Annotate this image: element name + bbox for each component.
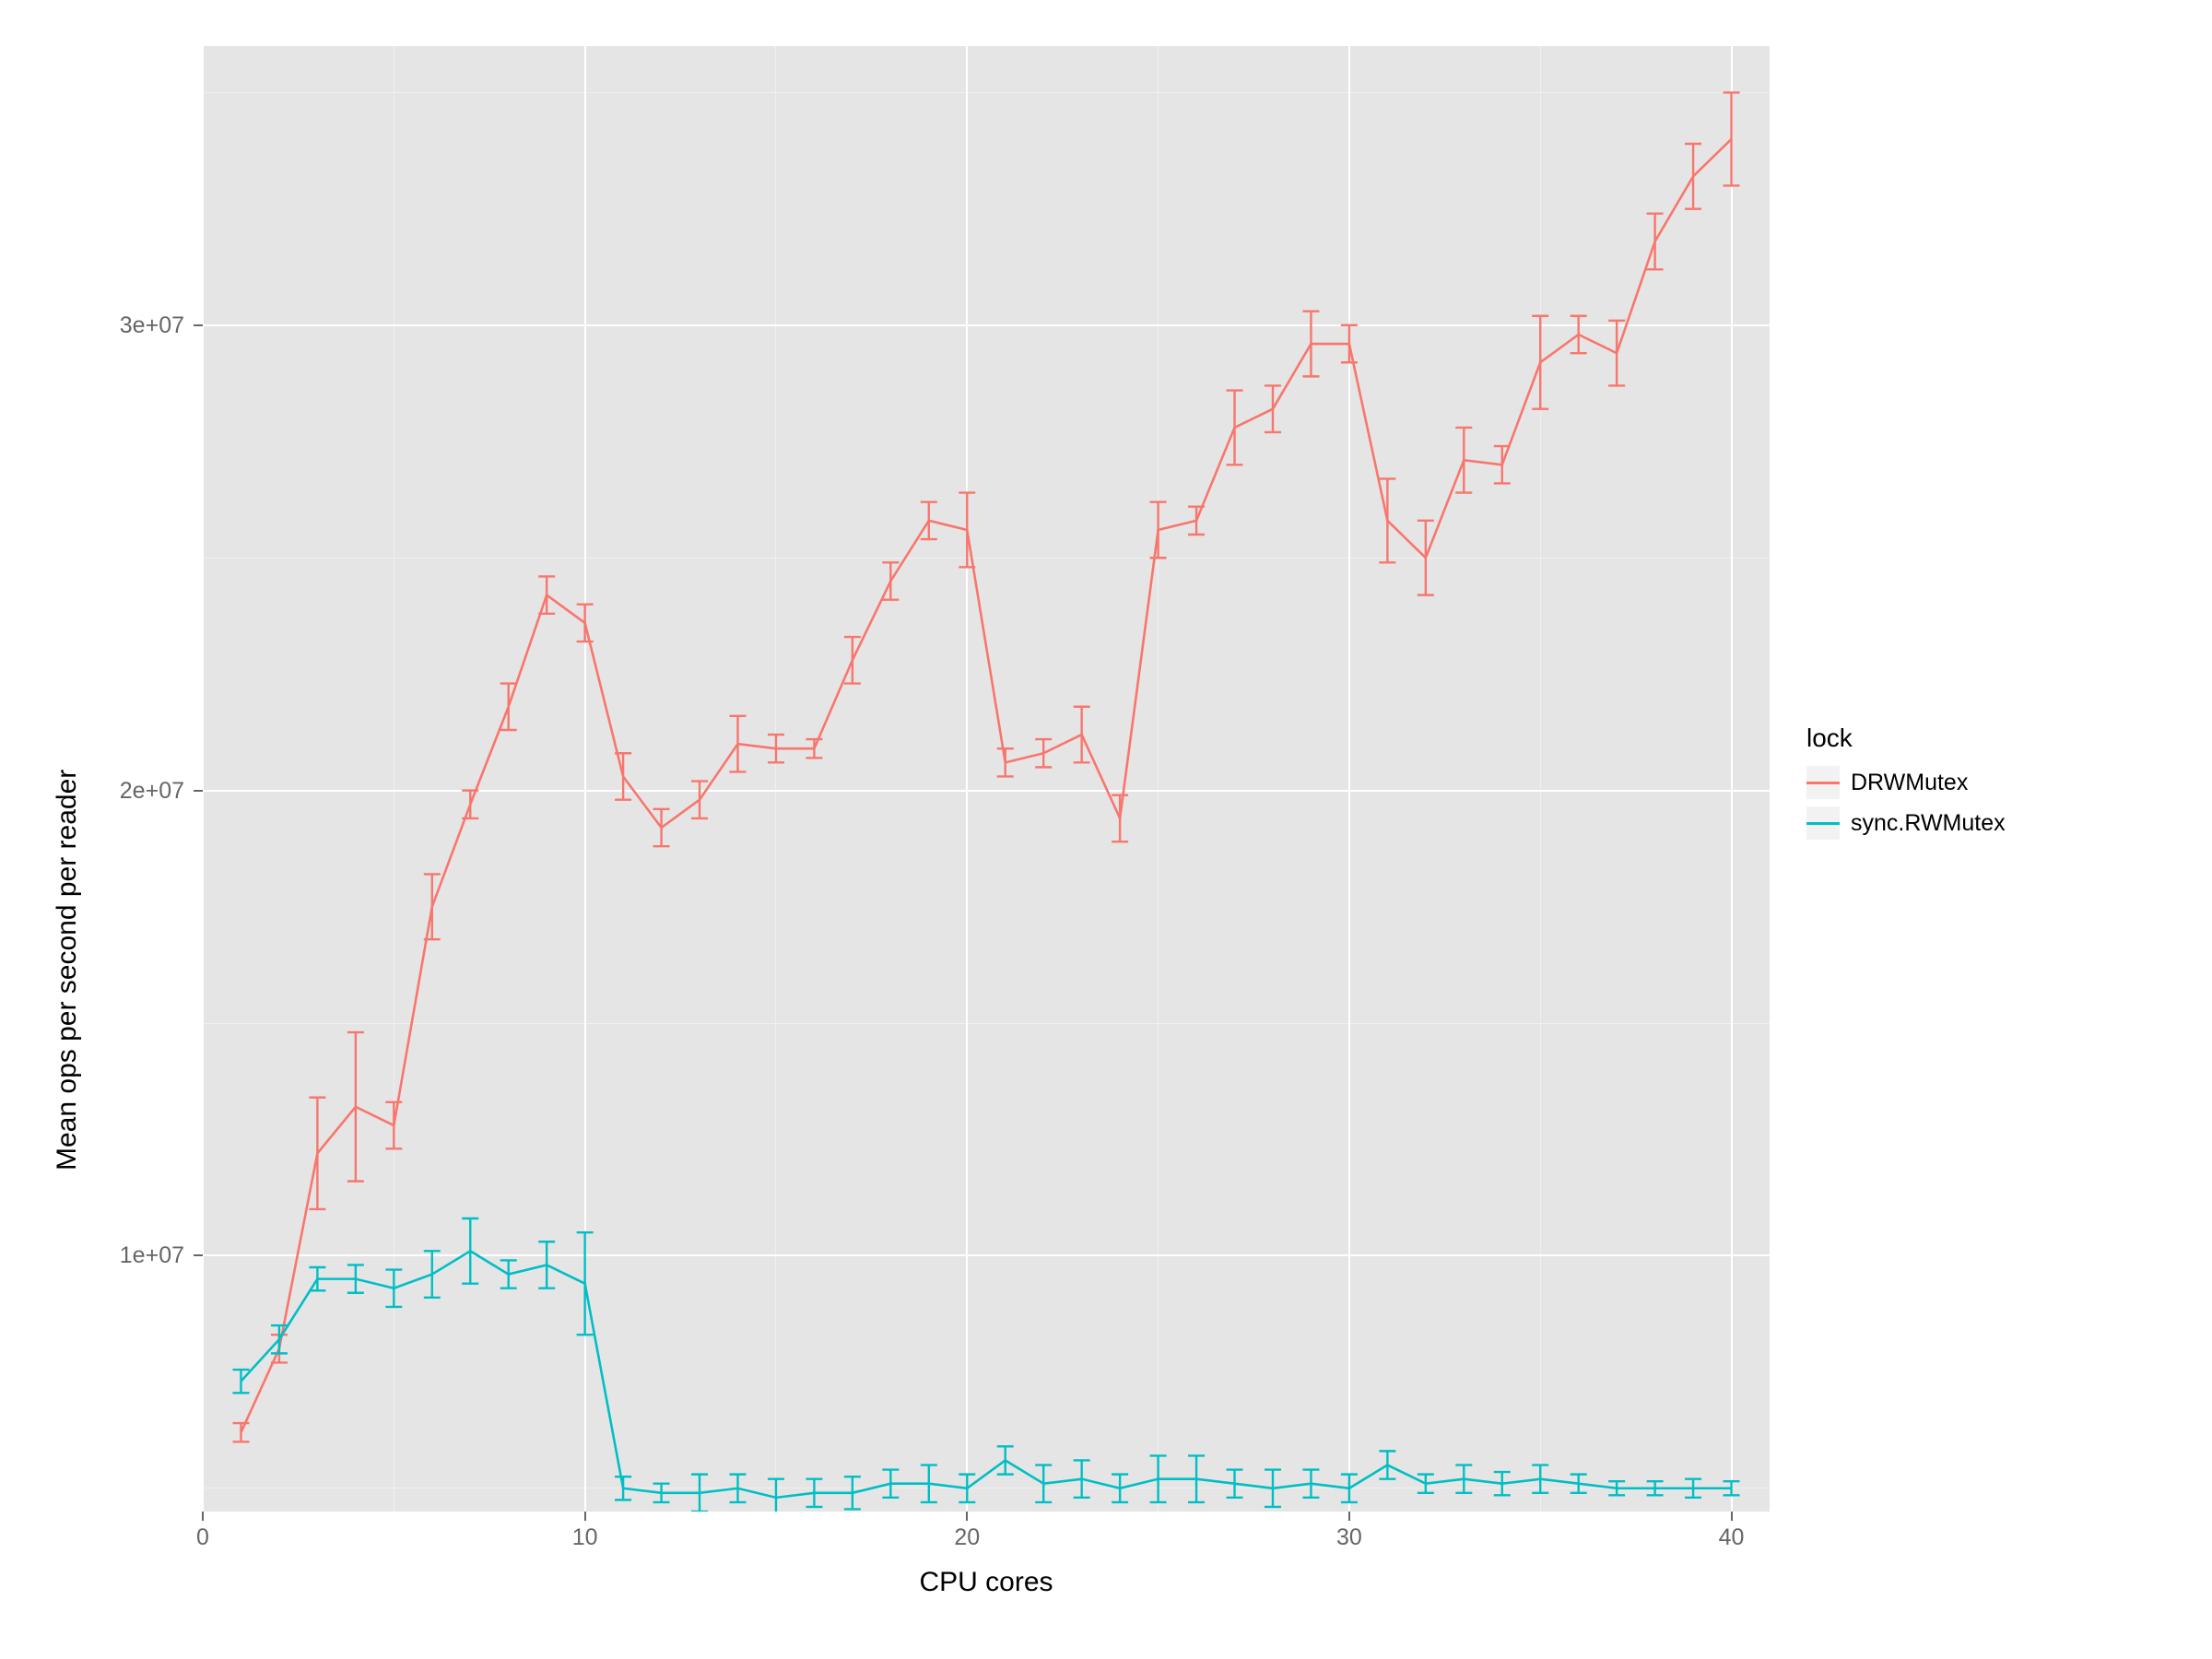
series-line	[241, 1251, 1731, 1498]
legend-line-icon	[1806, 822, 1840, 825]
y-tick-label: 1e+07	[0, 1242, 184, 1269]
y-axis-title: Mean ops per second per reader	[52, 770, 83, 1171]
legend-item: DRWMutex	[1806, 766, 2006, 799]
y-tick-label: 2e+07	[0, 778, 184, 805]
x-tick-label: 20	[939, 1524, 994, 1551]
legend-item: sync.RWMutex	[1806, 806, 2006, 840]
x-tick-label: 0	[175, 1524, 230, 1551]
legend: lock DRWMutex sync.RWMutex	[1806, 724, 2006, 847]
plot-svg	[203, 46, 1770, 1512]
x-axis-title: CPU cores	[203, 1567, 1770, 1598]
legend-line-icon	[1806, 782, 1840, 784]
chart-container: Mean ops per second per reader CPU cores…	[0, 0, 2212, 1659]
x-tick-label: 10	[558, 1524, 613, 1551]
legend-label: DRWMutex	[1851, 770, 1968, 796]
y-tick-label: 3e+07	[0, 312, 184, 339]
legend-key	[1806, 766, 1840, 799]
error-bar	[232, 1423, 249, 1441]
error-bar	[232, 1370, 249, 1393]
legend-title: lock	[1806, 724, 2006, 753]
series-line	[241, 139, 1731, 1432]
legend-label: sync.RWMutex	[1851, 810, 2006, 837]
x-tick-label: 30	[1322, 1524, 1377, 1551]
legend-key	[1806, 806, 1840, 840]
x-tick-label: 40	[1704, 1524, 1759, 1551]
plot-area	[203, 46, 1770, 1512]
